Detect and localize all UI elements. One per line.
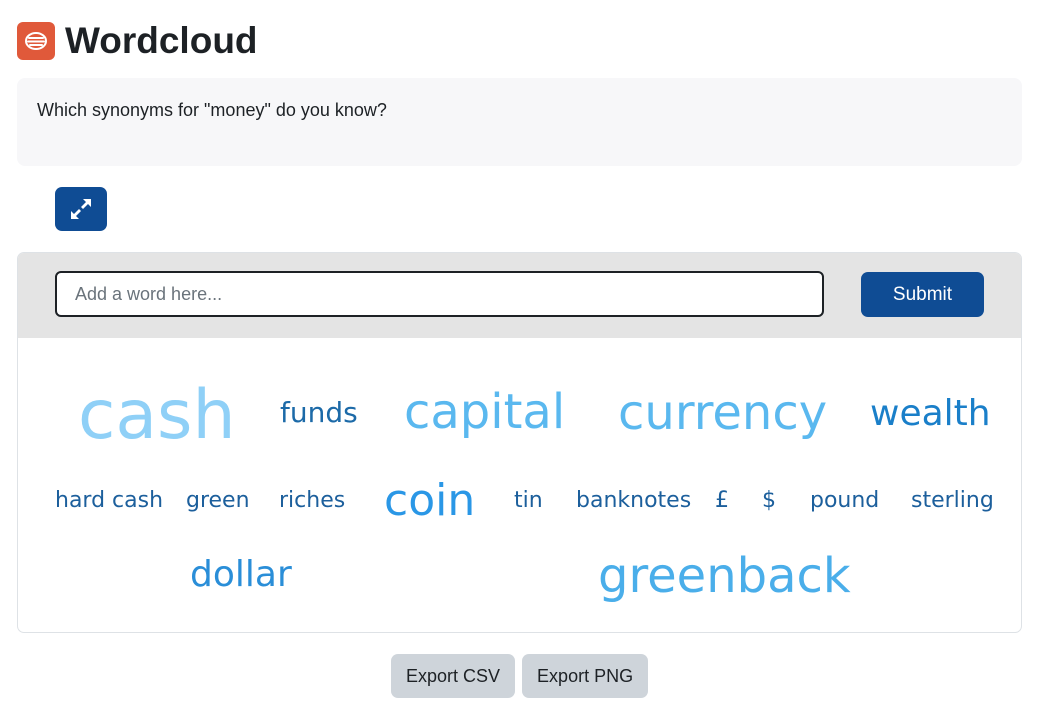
fullscreen-button[interactable] xyxy=(55,187,107,231)
cloud-word-sterling: sterling xyxy=(911,488,994,513)
export-png-button[interactable]: Export PNG xyxy=(522,654,649,698)
cloud-word-cash: cash xyxy=(78,376,236,455)
cloud-word-pound-sign: £ xyxy=(715,488,729,513)
cloud-word-hard-cash: hard cash xyxy=(55,488,164,513)
question-text: Which synonyms for "money" do you know? xyxy=(37,100,387,120)
wordcloud-panel: Submit cash funds capital currency wealt… xyxy=(17,252,1022,633)
wordcloud-icon xyxy=(17,22,55,60)
cloud-word-coin: coin xyxy=(384,475,476,526)
cloud-word-dollar: dollar xyxy=(190,554,292,595)
word-input[interactable] xyxy=(55,271,824,317)
cloud-word-banknotes: banknotes xyxy=(576,488,692,513)
page-header: Wordcloud xyxy=(17,16,258,66)
cloud-word-capital: capital xyxy=(404,384,566,440)
cloud-word-dollar-sign: $ xyxy=(762,488,776,513)
submit-button[interactable]: Submit xyxy=(861,272,984,317)
cloud-word-pound: pound xyxy=(810,488,880,513)
cloud-word-currency: currency xyxy=(618,385,828,441)
word-input-bar: Submit xyxy=(18,253,1021,338)
page-title: Wordcloud xyxy=(65,20,258,61)
export-csv-button[interactable]: Export CSV xyxy=(391,654,516,698)
export-buttons: Export CSV Export PNG xyxy=(391,654,649,698)
cloud-word-funds: funds xyxy=(280,396,358,429)
cloud-word-greenback: greenback xyxy=(598,548,851,604)
activity-description: Which synonyms for "money" do you know? xyxy=(17,78,1022,166)
cloud-word-wealth: wealth xyxy=(870,393,991,434)
expand-arrows-icon xyxy=(71,199,91,219)
word-cloud: cash funds capital currency wealth hard … xyxy=(18,338,1021,632)
cloud-word-tin: tin xyxy=(514,488,543,513)
cloud-word-riches: riches xyxy=(279,488,346,513)
cloud-word-green: green xyxy=(186,488,250,513)
